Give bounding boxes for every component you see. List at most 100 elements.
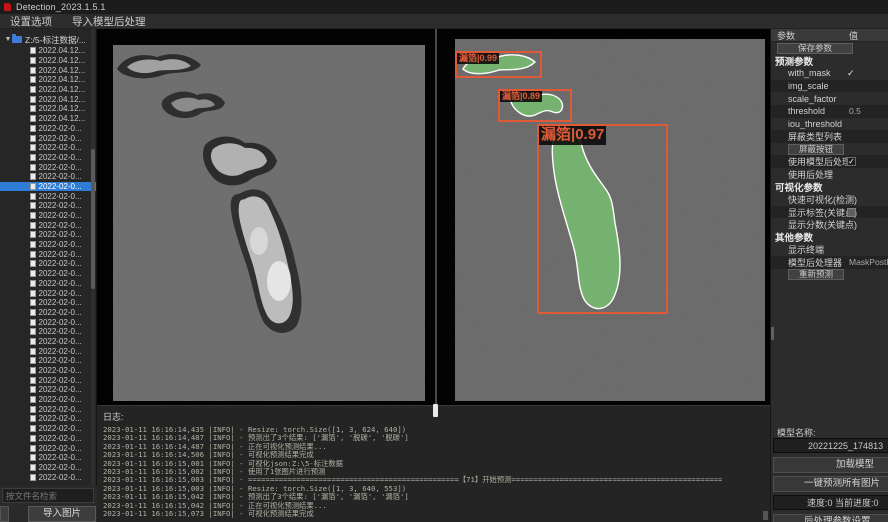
file-tree-panel: ▼ Z:/5-标注数据/... 2022.04.12...2022.04.12.… bbox=[0, 29, 97, 486]
tree-item[interactable]: 2022-02-0... bbox=[0, 182, 96, 192]
tree-item[interactable]: 2022-02-0... bbox=[0, 162, 96, 172]
tree-root-node[interactable]: ▼ Z:/5-标注数据/... bbox=[0, 33, 96, 46]
tree-item[interactable]: 2022-02-0... bbox=[0, 317, 96, 327]
tree-item[interactable]: 2022-02-0... bbox=[0, 201, 96, 211]
tree-item[interactable]: 2022-02-0... bbox=[0, 472, 96, 482]
tree-item[interactable]: 2022-02-0... bbox=[0, 395, 96, 405]
tree-item[interactable]: 2022-02-0... bbox=[0, 279, 96, 289]
hidden-edge-button[interactable] bbox=[0, 506, 9, 522]
prediction-image-canvas[interactable]: 漏箔|0.99漏箔|0.89漏箔|0.97 bbox=[455, 39, 765, 401]
param-row[interactable]: 使用模型后处理✓ bbox=[771, 155, 888, 168]
tree-item[interactable]: 2022-02-0... bbox=[0, 346, 96, 356]
tree-item[interactable]: 2022.04.12... bbox=[0, 56, 96, 66]
tree-item[interactable]: 2022-02-0... bbox=[0, 230, 96, 240]
param-row[interactable]: iou_threshold bbox=[771, 118, 888, 131]
tree-item[interactable]: 2022-02-0... bbox=[0, 298, 96, 308]
tree-item-label: 2022-02-0... bbox=[39, 347, 82, 356]
tree-item[interactable]: 2022-02-0... bbox=[0, 434, 96, 444]
tree-item[interactable]: 2022-02-0... bbox=[0, 327, 96, 337]
param-button[interactable]: 保存参数 bbox=[777, 43, 853, 54]
param-button[interactable]: 重新预测 bbox=[788, 269, 844, 280]
param-row[interactable]: 显示标签(关键点) bbox=[771, 206, 888, 219]
progress-status: 速度:0 当前进度:0 bbox=[773, 495, 888, 510]
tree-scrollbar[interactable] bbox=[91, 29, 95, 486]
tree-item[interactable]: 2022-02-0... bbox=[0, 249, 96, 259]
file-icon bbox=[30, 415, 36, 422]
tree-item-label: 2022.04.12... bbox=[39, 104, 86, 113]
tree-item[interactable]: 2022-02-0... bbox=[0, 143, 96, 153]
tree-item[interactable]: 2022-02-0... bbox=[0, 153, 96, 163]
tree-item[interactable]: 2022-02-0... bbox=[0, 385, 96, 395]
param-label: 显示标签(关键点) bbox=[771, 206, 857, 219]
param-row[interactable]: 使用后处理 bbox=[771, 168, 888, 181]
tree-item[interactable]: 2022.04.12... bbox=[0, 104, 96, 114]
tree-item[interactable]: 2022.04.12... bbox=[0, 94, 96, 104]
param-row[interactable]: scale_factor bbox=[771, 92, 888, 105]
splitter-handle[interactable] bbox=[433, 404, 438, 417]
param-row[interactable]: 模型后处理器MaskPostPro bbox=[771, 256, 888, 269]
param-row[interactable]: 显示分数(关键点) bbox=[771, 218, 888, 231]
checkbox[interactable]: ✓ bbox=[847, 157, 856, 166]
tree-item[interactable]: 2022-02-0... bbox=[0, 356, 96, 366]
tree-item[interactable]: 2022-02-0... bbox=[0, 453, 96, 463]
tree-item-label: 2022-02-0... bbox=[39, 327, 82, 336]
search-input[interactable] bbox=[2, 488, 94, 503]
tree-item[interactable]: 2022-02-0... bbox=[0, 366, 96, 376]
tree-item[interactable]: 2022-02-0... bbox=[0, 288, 96, 298]
tree-item[interactable]: 2022.04.12... bbox=[0, 85, 96, 95]
tree-item[interactable]: 2022-02-0... bbox=[0, 133, 96, 143]
tree-item[interactable]: 2022-02-0... bbox=[0, 414, 96, 424]
tree-scrollbar-handle[interactable] bbox=[91, 149, 95, 289]
load-model-button[interactable]: 加载模型 bbox=[773, 457, 888, 473]
param-label: 显示终端 bbox=[771, 243, 824, 256]
tree-item-label: 2022-02-0... bbox=[39, 240, 82, 249]
param-row[interactable]: img_scale bbox=[771, 80, 888, 93]
check-icon: ✓ bbox=[847, 68, 855, 79]
tree-item[interactable]: 2022-02-0... bbox=[0, 124, 96, 134]
tree-item[interactable]: 2022-02-0... bbox=[0, 404, 96, 414]
tree-item[interactable]: 2022-02-0... bbox=[0, 424, 96, 434]
postprocess-settings-button[interactable]: 后处理参数设置 bbox=[773, 514, 888, 522]
predict-all-button[interactable]: 一键预测所有图片 bbox=[773, 476, 888, 492]
tree-item[interactable]: 2022-02-0... bbox=[0, 220, 96, 230]
menu-item-1[interactable]: 导入模型后处理 bbox=[62, 14, 156, 29]
tree-item[interactable]: 2022-02-0... bbox=[0, 191, 96, 201]
menu-item-0[interactable]: 设置选项 bbox=[0, 14, 62, 29]
param-row[interactable]: 快速可视化(检测) bbox=[771, 193, 888, 206]
tree-item[interactable]: 2022-02-0... bbox=[0, 337, 96, 347]
tree-item[interactable]: 2022.04.12... bbox=[0, 75, 96, 85]
tree-item[interactable]: 2022-02-0... bbox=[0, 259, 96, 269]
tree-item[interactable]: 2022-02-0... bbox=[0, 172, 96, 182]
file-icon bbox=[30, 105, 36, 112]
panel-splitter[interactable] bbox=[435, 29, 437, 405]
param-row: 屏蔽按钮 bbox=[771, 143, 888, 156]
param-row[interactable]: threshold0.5 bbox=[771, 105, 888, 118]
chevron-down-icon[interactable]: ▼ bbox=[4, 36, 12, 43]
tree-item-label: 2022-02-0... bbox=[39, 463, 82, 472]
param-row[interactable]: with_mask✓ bbox=[771, 67, 888, 80]
param-row[interactable]: 显示终端 bbox=[771, 244, 888, 257]
file-icon bbox=[30, 425, 36, 432]
param-button[interactable]: 屏蔽按钮 bbox=[788, 144, 844, 155]
import-images-button[interactable]: 导入图片 bbox=[28, 506, 96, 522]
checkbox[interactable] bbox=[847, 208, 856, 217]
tree-item[interactable]: 2022-02-0... bbox=[0, 443, 96, 453]
tree-item[interactable]: 2022-02-0... bbox=[0, 240, 96, 250]
tree-item[interactable]: 2022-02-0... bbox=[0, 269, 96, 279]
tree-item[interactable]: 2022.04.12... bbox=[0, 114, 96, 124]
tree-item[interactable]: 2022-02-0... bbox=[0, 463, 96, 473]
source-image-canvas[interactable] bbox=[113, 45, 425, 401]
tree-item-label: 2022-02-0... bbox=[39, 134, 82, 143]
tree-item[interactable]: 2022-02-0... bbox=[0, 308, 96, 318]
file-icon bbox=[30, 319, 36, 326]
tree-item[interactable]: 2022-02-0... bbox=[0, 375, 96, 385]
tree-item[interactable]: 2022-02-0... bbox=[0, 211, 96, 221]
tree-item-label: 2022-02-0... bbox=[39, 434, 82, 443]
tree-item[interactable]: 2022.04.12... bbox=[0, 65, 96, 75]
tree-item[interactable]: 2022.04.12... bbox=[0, 46, 96, 56]
param-label: 屏蔽类型列表 bbox=[771, 130, 842, 143]
log-scrollbar-handle[interactable] bbox=[763, 511, 768, 520]
params-scrollbar-handle[interactable] bbox=[771, 327, 774, 340]
model-name-field[interactable]: 20221225_174813 bbox=[773, 438, 888, 453]
param-row[interactable]: 屏蔽类型列表 bbox=[771, 130, 888, 143]
